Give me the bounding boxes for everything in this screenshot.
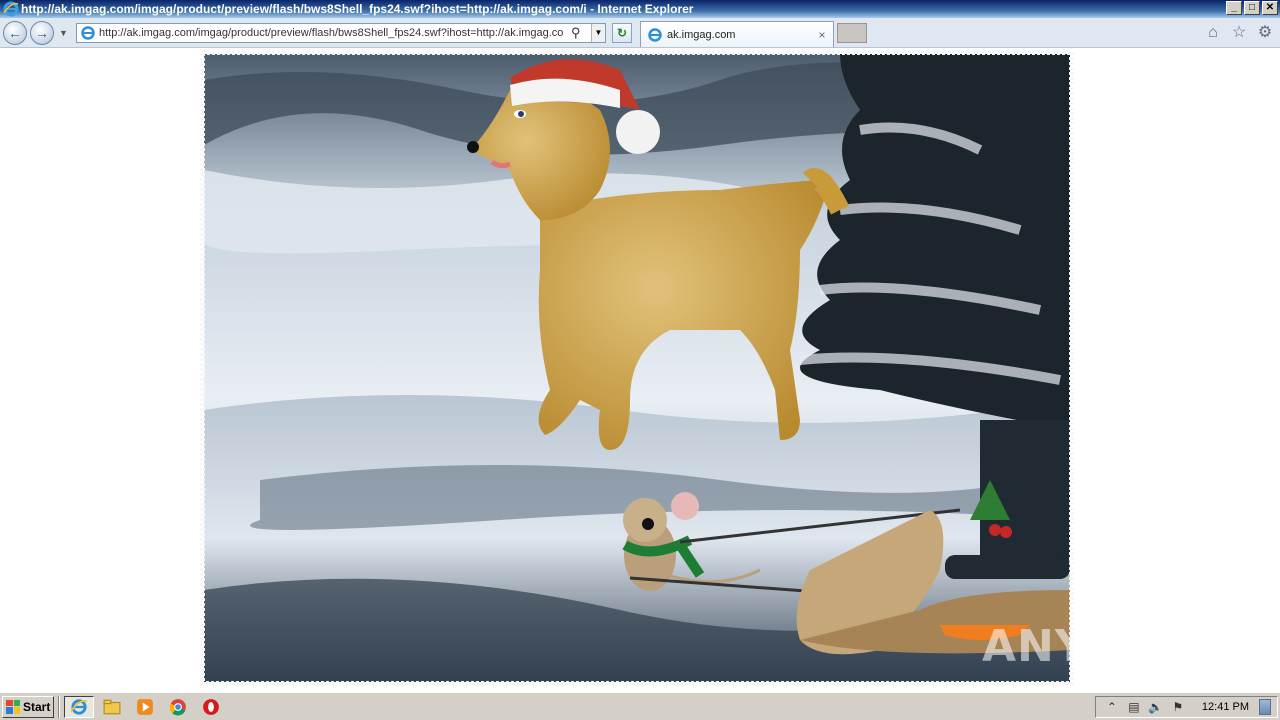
windows-flag-icon	[6, 699, 20, 714]
navigation-bar: ← → ▼ ⚲ ▼ ↻ ak.imgag.com × ⌂ ☆ ⚙	[0, 18, 1280, 48]
winter-scene-illustration	[200, 50, 1074, 686]
back-arrow-icon: ←	[8, 25, 22, 41]
forward-arrow-icon: →	[35, 25, 49, 41]
internet-explorer-icon	[70, 698, 88, 715]
network-icon[interactable]: ▤	[1126, 699, 1142, 715]
show-desktop-button[interactable]	[1259, 699, 1271, 715]
ie-page-icon	[81, 26, 95, 40]
window-title: http://ak.imgag.com/imgag/product/previe…	[21, 2, 694, 16]
start-button[interactable]: Start	[2, 695, 54, 718]
chrome-icon	[169, 698, 186, 715]
address-dropdown-icon[interactable]: ▼	[591, 24, 605, 42]
flash-ecard-animation[interactable]	[200, 50, 1074, 686]
action-center-flag-icon[interactable]: ⚑	[1170, 699, 1186, 715]
browser-tools: ⌂ ☆ ⚙	[1204, 24, 1274, 42]
anyrun-watermark: ANY▷RUN	[981, 621, 1232, 672]
address-bar[interactable]: ⚲ ▼	[76, 23, 606, 43]
taskbar-separator	[58, 695, 60, 718]
system-tray: ⌃ ▤ 🔈 ⚑ 12:41 PM	[1094, 696, 1278, 718]
minimize-button[interactable]: _	[1226, 1, 1242, 15]
tab-label: ak.imgag.com	[667, 28, 736, 41]
refresh-button[interactable]: ↻	[612, 23, 632, 43]
address-input[interactable]	[99, 25, 577, 41]
volume-icon[interactable]: 🔈	[1148, 699, 1164, 715]
start-label: Start	[23, 699, 51, 714]
search-icon[interactable]: ⚲	[571, 25, 587, 41]
taskbar-opera[interactable]	[196, 696, 226, 718]
window-titlebar: http://ak.imgag.com/imgag/product/previe…	[0, 0, 1280, 18]
page-content: ANY▷RUN	[0, 48, 1280, 692]
clock[interactable]: 12:41 PM	[1202, 701, 1249, 713]
taskbar-file-explorer[interactable]	[97, 696, 127, 718]
maximize-button[interactable]: □	[1244, 1, 1260, 15]
forward-button[interactable]: →	[30, 21, 54, 45]
close-button[interactable]: ✕	[1262, 1, 1278, 15]
ie-page-icon	[648, 27, 662, 42]
tab-ak-imgag[interactable]: ak.imgag.com ×	[640, 21, 834, 47]
opera-icon	[203, 698, 219, 715]
window-controls: _ □ ✕	[1226, 1, 1278, 15]
new-tab-button[interactable]	[837, 23, 867, 43]
internet-explorer-logo-icon	[3, 1, 19, 17]
gear-icon[interactable]: ⚙	[1256, 24, 1274, 42]
home-icon[interactable]: ⌂	[1204, 24, 1222, 42]
recent-pages-dropdown-icon[interactable]: ▼	[59, 28, 68, 38]
file-explorer-icon	[103, 699, 121, 714]
taskbar: Start ⌃ ▤ 🔈 ⚑ 12:41 PM	[0, 692, 1280, 720]
favorites-star-icon[interactable]: ☆	[1230, 24, 1248, 42]
back-button[interactable]: ←	[3, 21, 27, 45]
tab-close-icon[interactable]: ×	[815, 28, 829, 42]
media-player-icon	[137, 698, 153, 715]
refresh-icon: ↻	[616, 26, 628, 40]
taskbar-media-player[interactable]	[130, 696, 160, 718]
show-hidden-icons-icon[interactable]: ⌃	[1104, 699, 1120, 715]
taskbar-internet-explorer[interactable]	[64, 695, 94, 718]
taskbar-chrome[interactable]	[163, 696, 193, 718]
